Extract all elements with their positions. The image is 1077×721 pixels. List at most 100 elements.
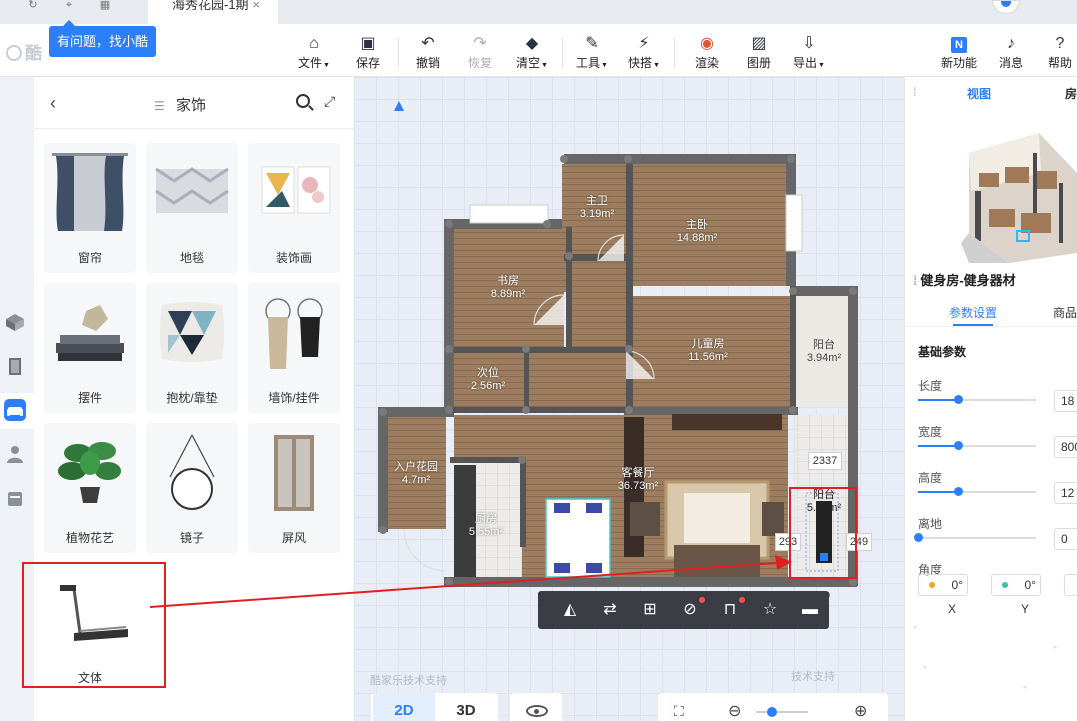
lightning-icon: ⚡ bbox=[638, 35, 650, 52]
chevron-down-icon: ▼ bbox=[818, 62, 825, 69]
zoom-out-icon[interactable]: ⊖ bbox=[728, 701, 741, 721]
library-item-ornament[interactable]: 摆件 bbox=[44, 283, 136, 413]
rail-item-people[interactable] bbox=[0, 437, 30, 473]
fit-screen-icon[interactable]: ⛶ bbox=[674, 703, 684, 720]
project-tab-title: 海秀花园-1期 bbox=[172, 0, 249, 12]
notification-dot bbox=[739, 597, 745, 603]
library-item-sports[interactable]: 文体 bbox=[44, 563, 136, 693]
library-title[interactable]: ☰ 家饰 bbox=[154, 94, 206, 115]
clear-button[interactable]: ◆ 清空▼ bbox=[510, 34, 554, 72]
angle-x-dot bbox=[929, 582, 935, 588]
search-icon[interactable] bbox=[296, 94, 310, 108]
param-length: 长度 18 bbox=[918, 377, 1077, 417]
project-tab[interactable]: 海秀花园-1期 × bbox=[148, 0, 278, 24]
elevation-input[interactable]: 0 bbox=[1054, 528, 1077, 550]
room-label-secondary: 次位 2.56m² bbox=[470, 367, 506, 392]
library-item-wall-hanging[interactable]: 墙饰/挂件 bbox=[248, 283, 340, 413]
quick-draw-button[interactable]: ⚡ 快搭▼ bbox=[622, 34, 666, 72]
properties-panel: ⁞ 视图 房 ⁞ 健身房-健身器材 参数设置 商品 基础参数 长度 18 宽度 8… bbox=[904, 77, 1077, 721]
tab-param-settings[interactable]: 参数设置 bbox=[949, 304, 997, 326]
room-hallway[interactable] bbox=[524, 350, 568, 408]
dimension-top[interactable]: 2337 bbox=[808, 452, 842, 470]
room-label-study: 书房 8.89m² bbox=[490, 275, 526, 300]
view-2d-button[interactable]: 2D bbox=[373, 693, 435, 721]
toolbar-divider bbox=[562, 38, 563, 68]
zoom-slider[interactable] bbox=[756, 711, 808, 713]
tab-close-icon[interactable]: × bbox=[252, 0, 260, 11]
dimension-right[interactable]: 249 bbox=[846, 533, 872, 551]
redo-button[interactable]: ↷ 恢复 bbox=[458, 34, 502, 72]
height-input[interactable]: 12 bbox=[1054, 482, 1077, 504]
chevron-down-icon: ▼ bbox=[541, 62, 548, 69]
grid-icon[interactable]: ▦ bbox=[96, 0, 114, 12]
hide-icon[interactable]: ⊘ bbox=[678, 597, 705, 621]
undo-button[interactable]: ↶ 撤销 bbox=[406, 34, 450, 72]
visibility-button[interactable] bbox=[510, 693, 562, 721]
plant-icon bbox=[58, 442, 121, 503]
refresh-icon[interactable]: ↻ bbox=[24, 0, 42, 12]
mirror-flip-icon[interactable]: ◭ bbox=[558, 599, 582, 621]
library-item-screen[interactable]: 屏风 bbox=[248, 423, 340, 553]
tab-view[interactable]: 视图 bbox=[967, 85, 991, 102]
rail-item-furniture[interactable] bbox=[0, 393, 34, 429]
messages-button[interactable]: ♪ 消息 bbox=[989, 34, 1033, 72]
toolbar-divider bbox=[674, 38, 675, 68]
angle-z-input[interactable] bbox=[1064, 574, 1077, 596]
render-button[interactable]: ◉ 渲染 bbox=[685, 34, 729, 72]
image-icon: ▨ bbox=[751, 35, 767, 52]
drag-handle-icon[interactable]: ⁞ bbox=[913, 85, 916, 99]
drag-handle-icon: ⁞ bbox=[913, 273, 918, 288]
view-3d-button[interactable]: 3D bbox=[435, 693, 497, 721]
chevron-down-icon: ▼ bbox=[601, 62, 608, 69]
duplicate-icon[interactable]: ⊞ bbox=[638, 599, 662, 621]
help-tooltip[interactable]: 有问题，找小酷 bbox=[49, 20, 157, 57]
bell-icon: ♪ bbox=[1007, 35, 1015, 52]
dimension-left[interactable]: 293 bbox=[775, 533, 801, 551]
delete-icon[interactable]: ▬ bbox=[798, 599, 822, 621]
lock-icon[interactable]: ⊓ bbox=[718, 597, 745, 621]
elevation-slider[interactable] bbox=[914, 533, 1036, 542]
zoom-slider-knob[interactable] bbox=[767, 707, 777, 717]
swap-icon[interactable]: ⇄ bbox=[598, 599, 622, 621]
dotted-area bbox=[913, 625, 1057, 689]
3d-preview[interactable] bbox=[909, 113, 1077, 263]
library-panel: ‹ ☰ 家饰 ⤢ 窗帘 地毯 装饰画 摆件 抱枕/靠垫 墙饰/挂件 植物花艺 镜… bbox=[34, 77, 354, 721]
height-slider[interactable] bbox=[918, 487, 1036, 496]
library-item-curtain[interactable]: 窗帘 bbox=[44, 143, 136, 273]
angle-x-input[interactable]: 0° bbox=[918, 574, 968, 596]
export-button[interactable]: ⇩ 导出▼ bbox=[787, 34, 831, 72]
favorite-icon[interactable]: ☆ bbox=[758, 599, 782, 621]
pin-icon[interactable]: ⌖ bbox=[60, 0, 78, 12]
width-slider[interactable] bbox=[918, 441, 1036, 450]
tab-room[interactable]: 房 bbox=[1065, 85, 1077, 102]
new-features-button[interactable]: N 新功能 bbox=[937, 34, 981, 72]
axis-x-label: X bbox=[948, 602, 957, 616]
library-item-pillow[interactable]: 抱枕/靠垫 bbox=[146, 283, 238, 413]
library-item-mirror[interactable]: 镜子 bbox=[146, 423, 238, 553]
gallery-button[interactable]: ▨ 图册 bbox=[737, 34, 781, 72]
library-item-carpet[interactable]: 地毯 bbox=[146, 143, 238, 273]
avatar[interactable] bbox=[992, 0, 1020, 14]
expand-icon[interactable]: ⤢ bbox=[324, 93, 335, 110]
back-icon[interactable]: ‹ bbox=[50, 93, 56, 114]
param-width: 宽度 800 bbox=[918, 423, 1077, 463]
library-item-plant[interactable]: 植物花艺 bbox=[44, 423, 136, 553]
help-button[interactable]: ? 帮助 bbox=[1038, 34, 1077, 72]
rail-item-hard-decor[interactable] bbox=[0, 305, 30, 341]
room-label-kitchen: 厨房 5.55m² bbox=[468, 513, 504, 538]
length-input[interactable]: 18 bbox=[1054, 390, 1077, 412]
param-elevation: 离地 0 bbox=[914, 515, 1077, 555]
width-input[interactable]: 800 bbox=[1054, 436, 1077, 458]
tools-button[interactable]: ✎ 工具▼ bbox=[570, 34, 614, 72]
length-slider[interactable] bbox=[918, 395, 1036, 404]
angle-y-input[interactable]: 0° bbox=[991, 574, 1041, 596]
object-title: ⁞ 健身房-健身器材 bbox=[913, 273, 1016, 288]
zoom-in-icon[interactable]: ⊕ bbox=[854, 701, 867, 721]
file-button[interactable]: ⌂ 文件▼ bbox=[292, 34, 336, 72]
library-item-painting[interactable]: 装饰画 bbox=[248, 143, 340, 273]
rail-item-appliances[interactable] bbox=[0, 481, 30, 517]
curtain-icon bbox=[52, 153, 128, 231]
tab-product[interactable]: 商品 bbox=[1053, 304, 1077, 321]
save-button[interactable]: ▣ 保存 bbox=[346, 34, 390, 72]
rail-item-doors[interactable] bbox=[0, 349, 30, 385]
